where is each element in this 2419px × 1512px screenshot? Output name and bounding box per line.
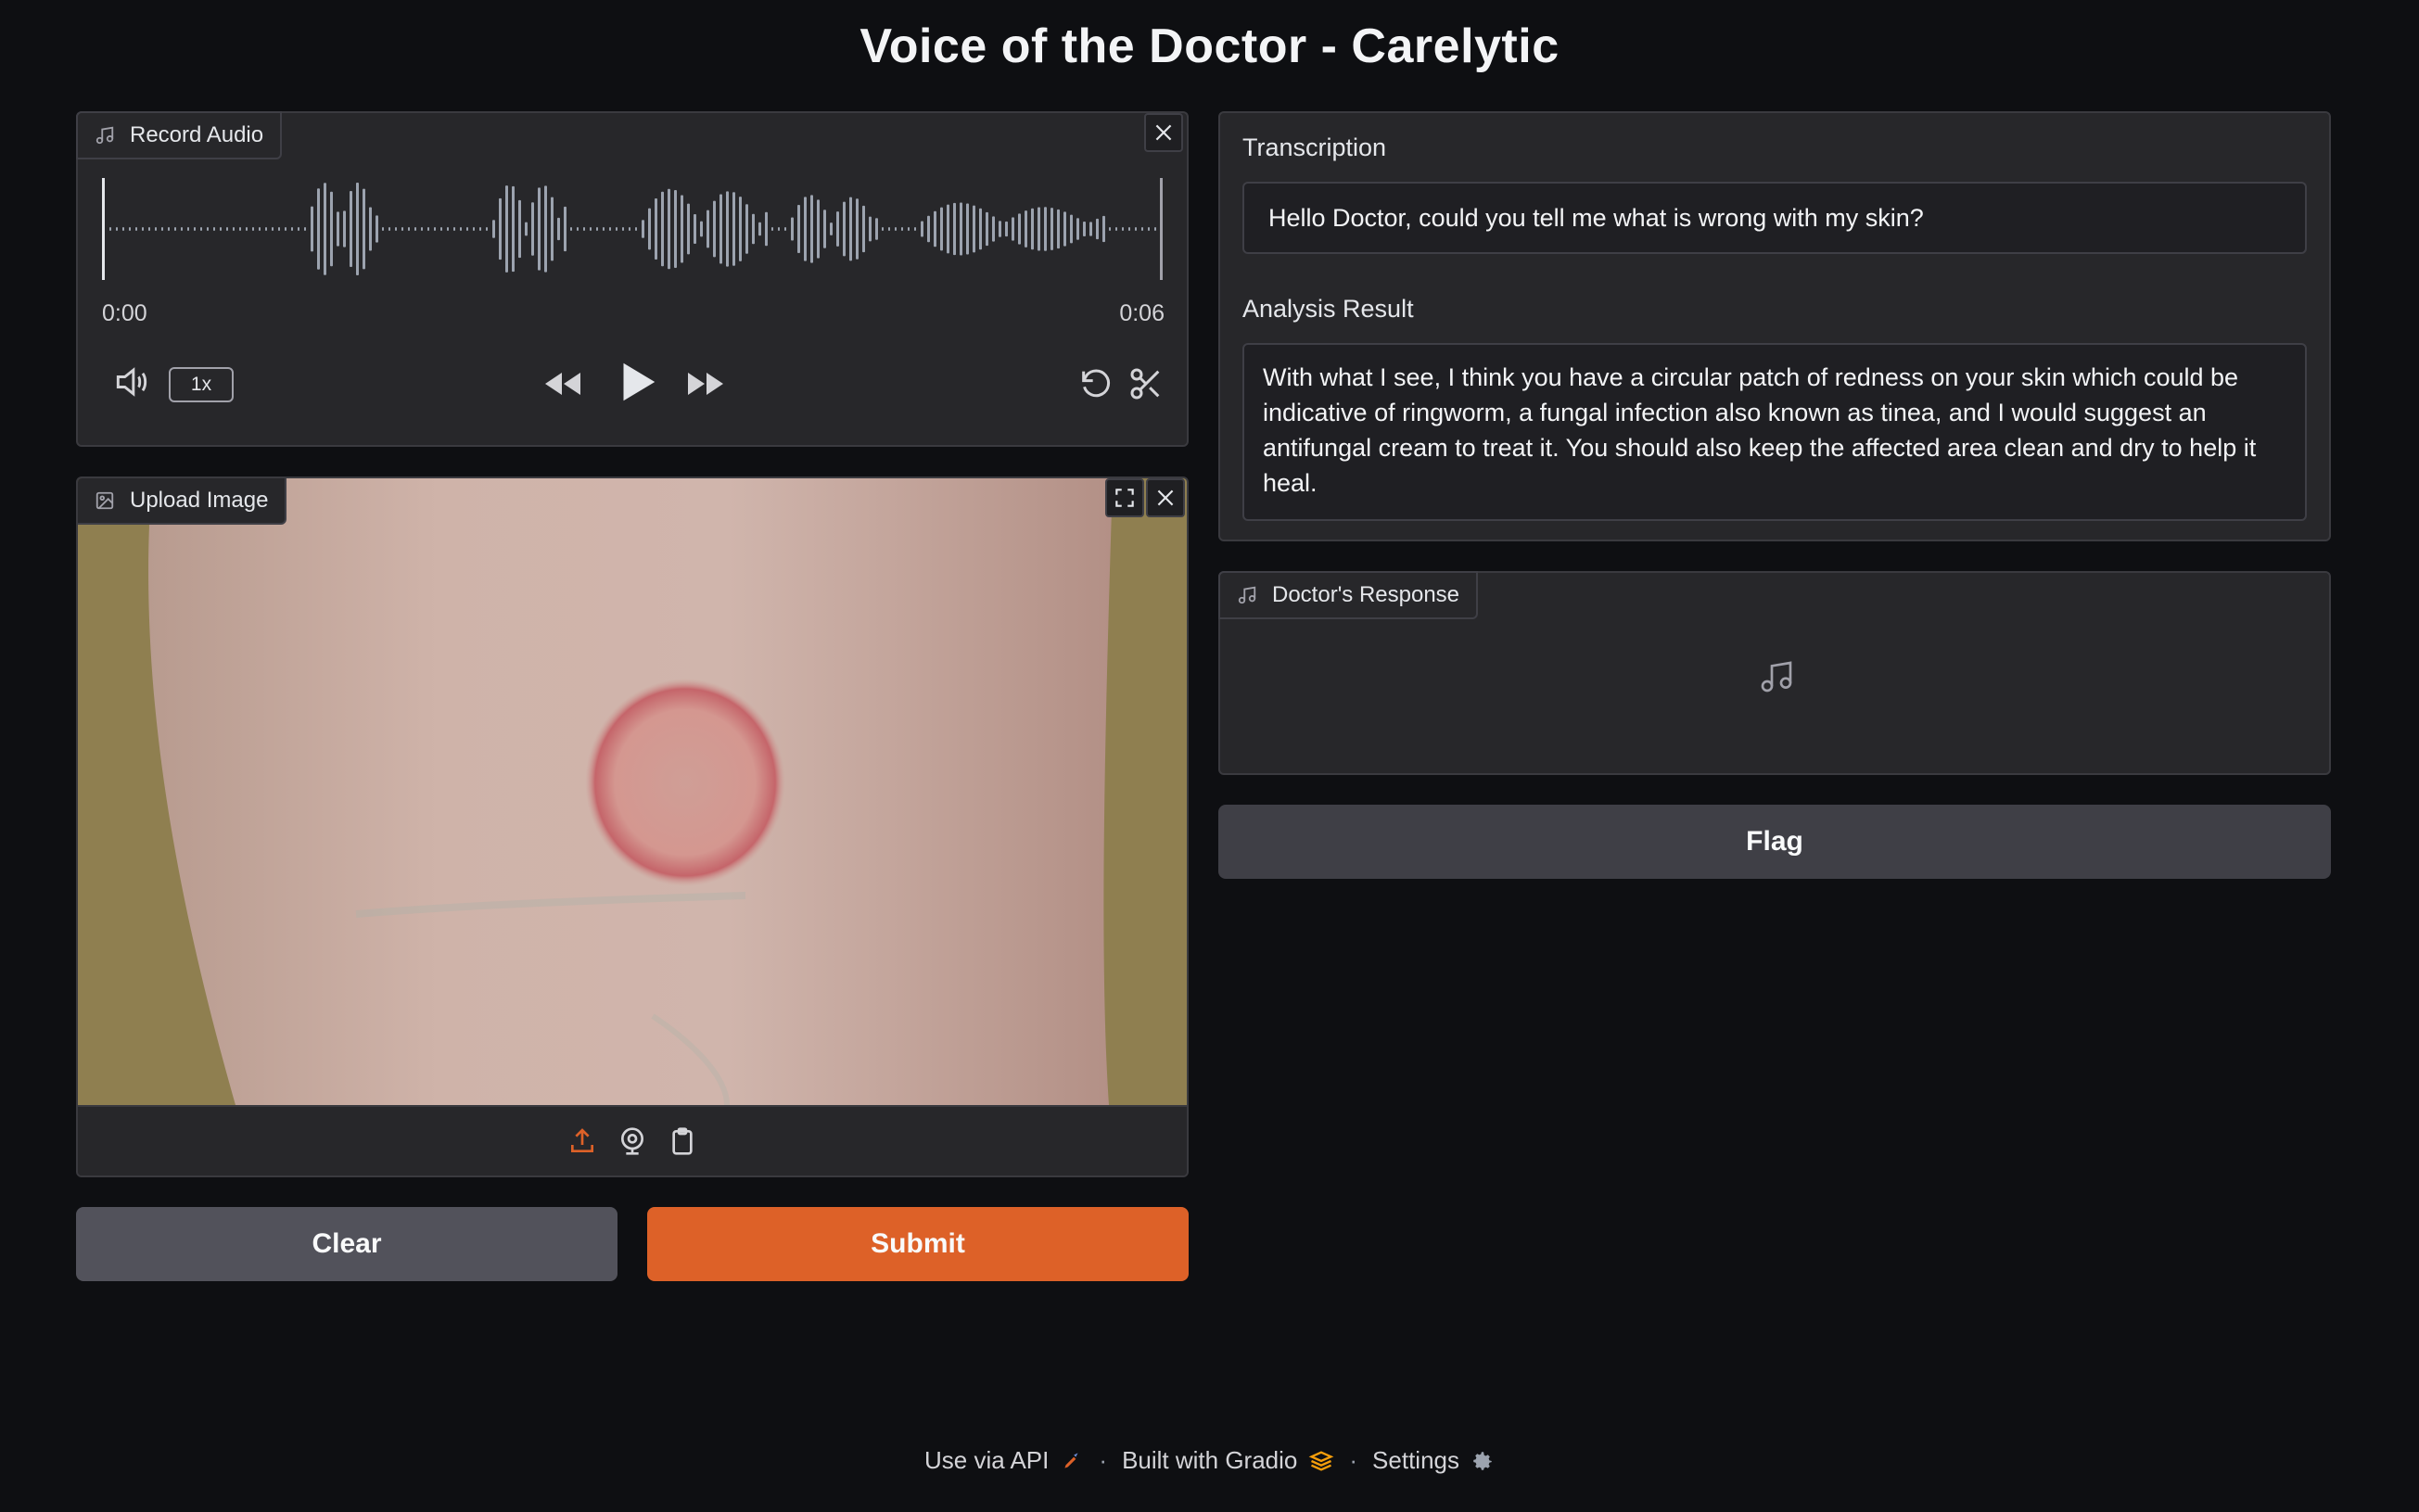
fullscreen-icon <box>1115 489 1134 507</box>
audio-label-tab: Record Audio <box>76 111 283 159</box>
playback-speed-button[interactable]: 1x <box>169 367 234 402</box>
webcam-source-button[interactable] <box>617 1126 647 1156</box>
upload-source-button[interactable] <box>567 1126 597 1156</box>
fullscreen-button[interactable] <box>1105 478 1144 517</box>
undo-icon <box>1082 369 1111 398</box>
settings-link[interactable]: Settings <box>1372 1446 1495 1475</box>
audio-placeholder-icon <box>1761 661 1792 692</box>
upload-icon <box>571 1128 593 1152</box>
transcription-label: Transcription <box>1242 133 1387 161</box>
trim-button[interactable] <box>1126 363 1166 404</box>
footer: Use via API · Built with Gradio · Settin… <box>0 1446 2419 1475</box>
image-upload-panel: Upload Image <box>76 476 1189 1177</box>
gradio-logo-icon <box>1309 1450 1334 1471</box>
image-close-button[interactable] <box>1146 478 1185 517</box>
scissors-icon <box>1130 368 1160 400</box>
audio-close-button[interactable] <box>1144 113 1183 152</box>
audio-recorder-panel: Record Audio 0:00 0:06 1x <box>76 111 1189 447</box>
play-button[interactable] <box>610 356 662 408</box>
image-label-tab: Upload Image <box>78 478 287 525</box>
reset-button[interactable] <box>1076 363 1116 404</box>
page-title: Voice of the Doctor - Carelytic <box>859 19 1560 73</box>
clipboard-source-button[interactable] <box>668 1126 697 1156</box>
fast-forward-icon <box>688 373 723 395</box>
clipboard-icon <box>672 1127 693 1155</box>
audio-label: Record Audio <box>130 122 264 147</box>
music-note-icon <box>1238 586 1256 604</box>
analysis-textbox[interactable]: With what I see, I think you have a circ… <box>1242 343 2307 521</box>
music-note-icon <box>95 126 114 145</box>
built-with-gradio-link[interactable]: Built with Gradio <box>1122 1446 1334 1475</box>
footer-separator: · <box>1349 1446 1358 1474</box>
output-panel: Transcription Hello Doctor, could you te… <box>1218 111 2331 541</box>
settings-label: Settings <box>1372 1446 1459 1474</box>
close-icon <box>1157 489 1174 506</box>
image-icon <box>95 491 114 510</box>
use-via-api-link[interactable]: Use via API <box>924 1446 1084 1475</box>
rewind-icon <box>545 373 580 395</box>
webcam-icon <box>621 1127 643 1155</box>
clear-button[interactable]: Clear <box>76 1207 617 1281</box>
play-icon <box>623 362 656 401</box>
audio-waveform[interactable] <box>102 178 1163 280</box>
rocket-icon <box>1064 1452 1078 1468</box>
submit-button[interactable]: Submit <box>647 1207 1189 1281</box>
gear-icon <box>1473 1451 1492 1470</box>
close-icon <box>1155 124 1172 141</box>
flag-button[interactable]: Flag <box>1218 805 2331 879</box>
transcription-textbox[interactable]: Hello Doctor, could you tell me what is … <box>1242 182 2307 254</box>
doctor-response-label: Doctor's Response <box>1272 582 1460 607</box>
doctor-response-label-tab: Doctor's Response <box>1218 571 1479 619</box>
image-label: Upload Image <box>130 488 269 513</box>
current-time: 0:00 <box>102 300 147 326</box>
footer-separator: · <box>1099 1446 1108 1474</box>
volume-icon <box>116 367 147 397</box>
built-with-gradio-label: Built with Gradio <box>1122 1446 1298 1474</box>
duration-time: 0:06 <box>1119 300 1165 326</box>
volume-button[interactable] <box>109 360 154 404</box>
rewind-button[interactable] <box>540 360 588 408</box>
image-source-toolbar <box>78 1105 1187 1175</box>
uploaded-skin-photo <box>78 478 1187 1105</box>
use-via-api-label: Use via API <box>923 1446 1050 1474</box>
analysis-label: Analysis Result <box>1242 295 1414 323</box>
fast-forward-button[interactable] <box>681 360 729 408</box>
doctor-response-panel: Doctor's Response <box>1218 571 2331 775</box>
